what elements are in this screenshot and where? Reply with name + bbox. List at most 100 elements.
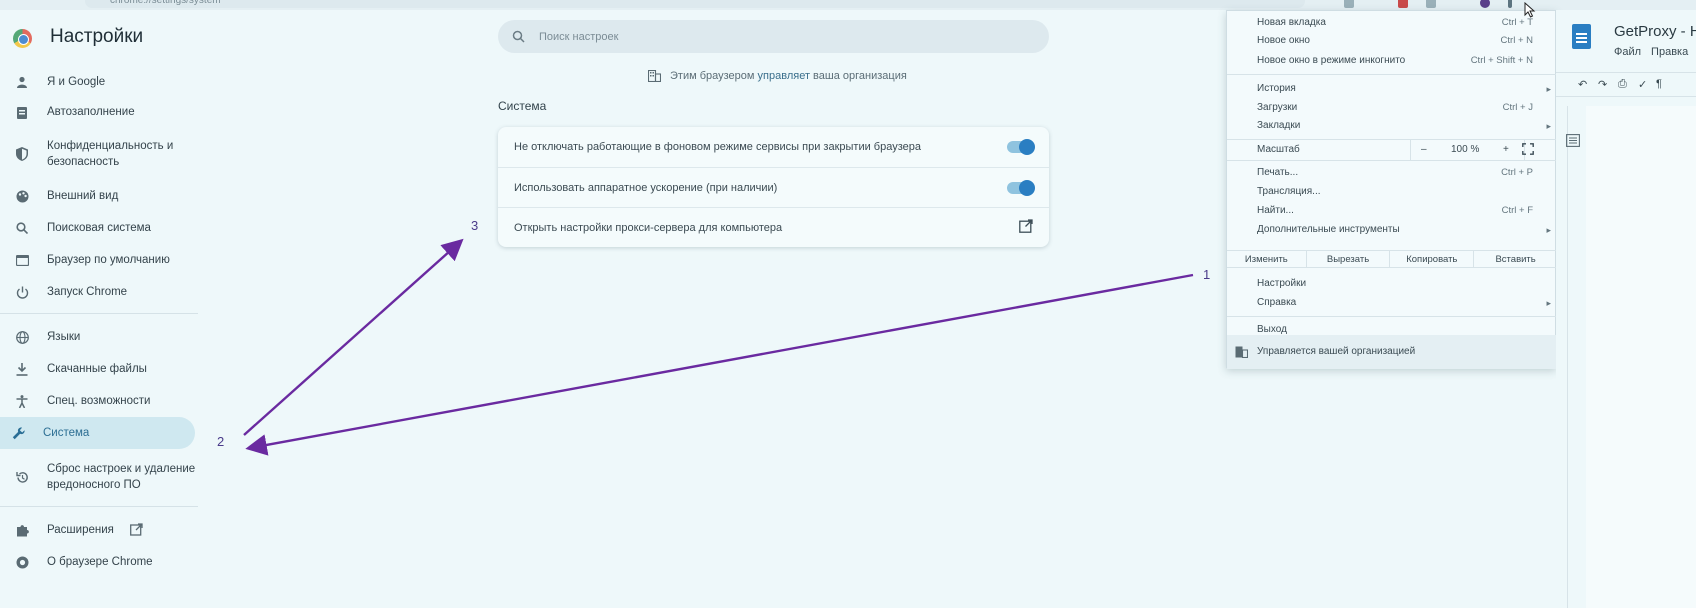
address-bar[interactable]: chrome://settings/system (85, 0, 1305, 8)
sidebar-item-accessibility[interactable]: Спец. возможности (4, 393, 194, 409)
menu-item-cast[interactable]: Трансляция... (1227, 183, 1557, 201)
vertical-ruler (1556, 106, 1568, 608)
sidebar-item-search-engine[interactable]: Поисковая система (4, 220, 194, 236)
menu-item-managed[interactable]: Управляется вашей организацией (1227, 335, 1557, 369)
sidebar-item-you-and-google[interactable]: Я и Google (4, 74, 194, 90)
sidebar-divider (0, 313, 198, 314)
fullscreen-icon[interactable] (1522, 143, 1536, 157)
sidebar-item-privacy[interactable]: Конфиденциальность и безопасность (4, 138, 194, 170)
sidebar-item-appearance[interactable]: Внешний вид (4, 188, 194, 204)
kebab-menu-icon[interactable] (1508, 0, 1512, 8)
sidebar-item-label: Скачанные файлы (47, 363, 147, 375)
copy-button[interactable]: Копировать (1389, 251, 1473, 267)
extension-icon[interactable] (1398, 0, 1408, 8)
external-link-icon (130, 523, 143, 541)
spellcheck-icon[interactable]: ✓ (1638, 78, 1647, 91)
external-link-icon[interactable] (1019, 219, 1033, 236)
managed-link[interactable]: управляет (758, 70, 810, 82)
undo-icon[interactable]: ↶ (1578, 78, 1587, 91)
sidebar-item-languages[interactable]: Языки (4, 329, 194, 345)
sidebar-item-downloads[interactable]: Скачанные файлы (4, 361, 194, 377)
menu-divider (1227, 74, 1557, 75)
mouse-cursor-icon (1524, 1, 1536, 23)
menu-item-help[interactable]: Справка ▸ (1227, 294, 1557, 312)
sidebar-item-autofill[interactable]: Автозаполнение (4, 104, 194, 120)
docs-menubar: Файл Правка (1614, 46, 1696, 58)
menu-item-find[interactable]: Найти... Ctrl + F (1227, 202, 1557, 220)
sidebar-divider (0, 506, 198, 507)
globe-icon (14, 329, 30, 345)
docs-window: GetProxy - H Файл Правка ↶ ↷ ⎙ ✓ ¶ (1556, 10, 1696, 608)
menu-item-more-tools[interactable]: Дополнительные инструменты ▸ (1227, 221, 1557, 239)
print-icon[interactable]: ⎙ (1618, 78, 1627, 91)
background-apps-toggle[interactable] (1007, 139, 1035, 155)
search-input[interactable] (537, 29, 1017, 44)
annotation-arrow-1 (245, 273, 1194, 456)
browser-toolbar: chrome://settings/system (0, 0, 1696, 10)
outline-icon[interactable] (1566, 134, 1580, 152)
sidebar-item-label: Спец. возможности (47, 395, 151, 407)
menu-item-history[interactable]: История ▸ (1227, 80, 1557, 98)
zoom-value: 100 % (1451, 144, 1480, 155)
zoom-label: Масштаб (1257, 144, 1300, 155)
extension-icon[interactable] (1426, 0, 1436, 8)
sidebar-item-label: Автозаполнение (47, 106, 135, 118)
person-icon (14, 74, 30, 90)
cut-button[interactable]: Вырезать (1305, 251, 1390, 267)
sidebar-item-label: Конфиденциальность и безопасность (47, 140, 174, 168)
managed-notice: Этим браузером управляет ваша организаци… (648, 70, 907, 82)
zoom-in-button[interactable]: + (1503, 144, 1509, 155)
search-icon (14, 220, 30, 236)
menu-item-print[interactable]: Печать... Ctrl + P (1227, 164, 1557, 182)
docs-logo-icon (1572, 24, 1591, 49)
hardware-acceleration-toggle[interactable] (1007, 179, 1035, 196)
menu-item-settings[interactable]: Настройки (1227, 275, 1557, 293)
clipboard-icon (14, 104, 30, 120)
menu-edit-row: Изменить Вырезать Копировать Вставить (1227, 250, 1557, 268)
zoom-controls: – 100 % + (1410, 140, 1525, 160)
sidebar-item-about[interactable]: О браузере Chrome (4, 554, 194, 570)
section-title: Система (498, 99, 547, 113)
docs-page[interactable] (1586, 106, 1696, 608)
setting-row-background-apps[interactable]: Не отключать работающие в фоновом режиме… (498, 127, 1049, 167)
sidebar-item-default-browser[interactable]: Браузер по умолчанию (4, 252, 194, 268)
setting-row-proxy[interactable]: Открыть настройки прокси-сервера для ком… (498, 207, 1049, 247)
chrome-icon (14, 554, 30, 570)
menu-item-downloads[interactable]: Загрузки Ctrl + J (1227, 99, 1557, 117)
profile-avatar-icon[interactable] (1480, 0, 1490, 8)
sidebar-item-reset[interactable]: Сброс настроек и удаление вредоносного П… (4, 461, 195, 493)
system-settings-card: Не отключать работающие в фоновом режиме… (498, 127, 1049, 247)
menu-zoom-row: Масштаб – 100 % + (1227, 139, 1557, 161)
paint-format-icon[interactable]: ¶ (1656, 78, 1662, 90)
annotation-label-1: 1 (1203, 267, 1211, 282)
sidebar-item-system[interactable]: Система (0, 417, 195, 449)
redo-icon[interactable]: ↷ (1598, 78, 1607, 91)
menu-item-bookmarks[interactable]: Закладки ▸ (1227, 117, 1557, 135)
download-icon (14, 361, 30, 377)
accessibility-icon (14, 393, 30, 409)
wrench-icon (10, 425, 26, 441)
zoom-out-button[interactable]: – (1421, 144, 1427, 155)
chevron-right-icon: ▸ (1546, 298, 1551, 308)
chevron-right-icon: ▸ (1546, 225, 1551, 235)
sidebar-item-label: Я и Google (47, 76, 106, 88)
paste-button[interactable]: Вставить (1473, 251, 1557, 267)
sidebar-item-label: О браузере Chrome (47, 556, 153, 568)
sidebar-item-extensions[interactable]: Расширения (4, 522, 194, 538)
sidebar-item-label: Расширения (47, 524, 114, 536)
settings-search[interactable] (498, 20, 1049, 53)
setting-label: Не отключать работающие в фоновом режиме… (514, 141, 921, 153)
sidebar-item-label: Поисковая система (47, 222, 151, 234)
bookmark-star-icon[interactable] (1344, 0, 1354, 8)
chevron-right-icon: ▸ (1546, 84, 1551, 94)
docs-title[interactable]: GetProxy - H (1614, 23, 1696, 40)
docs-menu-edit[interactable]: Правка (1651, 46, 1688, 58)
setting-row-hardware-acceleration[interactable]: Использовать аппаратное ускорение (при н… (498, 167, 1049, 207)
menu-item-incognito[interactable]: Новое окно в режиме инкогнито Ctrl + Shif… (1227, 52, 1557, 70)
docs-menu-file[interactable]: Файл (1614, 46, 1641, 58)
reset-icon (14, 469, 30, 485)
annotation-arrow-2 (243, 238, 464, 436)
sidebar-item-on-startup[interactable]: Запуск Chrome (4, 284, 194, 300)
menu-item-new-tab[interactable]: Новая вкладка Ctrl + T (1227, 14, 1557, 32)
menu-item-new-window[interactable]: Новое окно Ctrl + N (1227, 32, 1557, 50)
